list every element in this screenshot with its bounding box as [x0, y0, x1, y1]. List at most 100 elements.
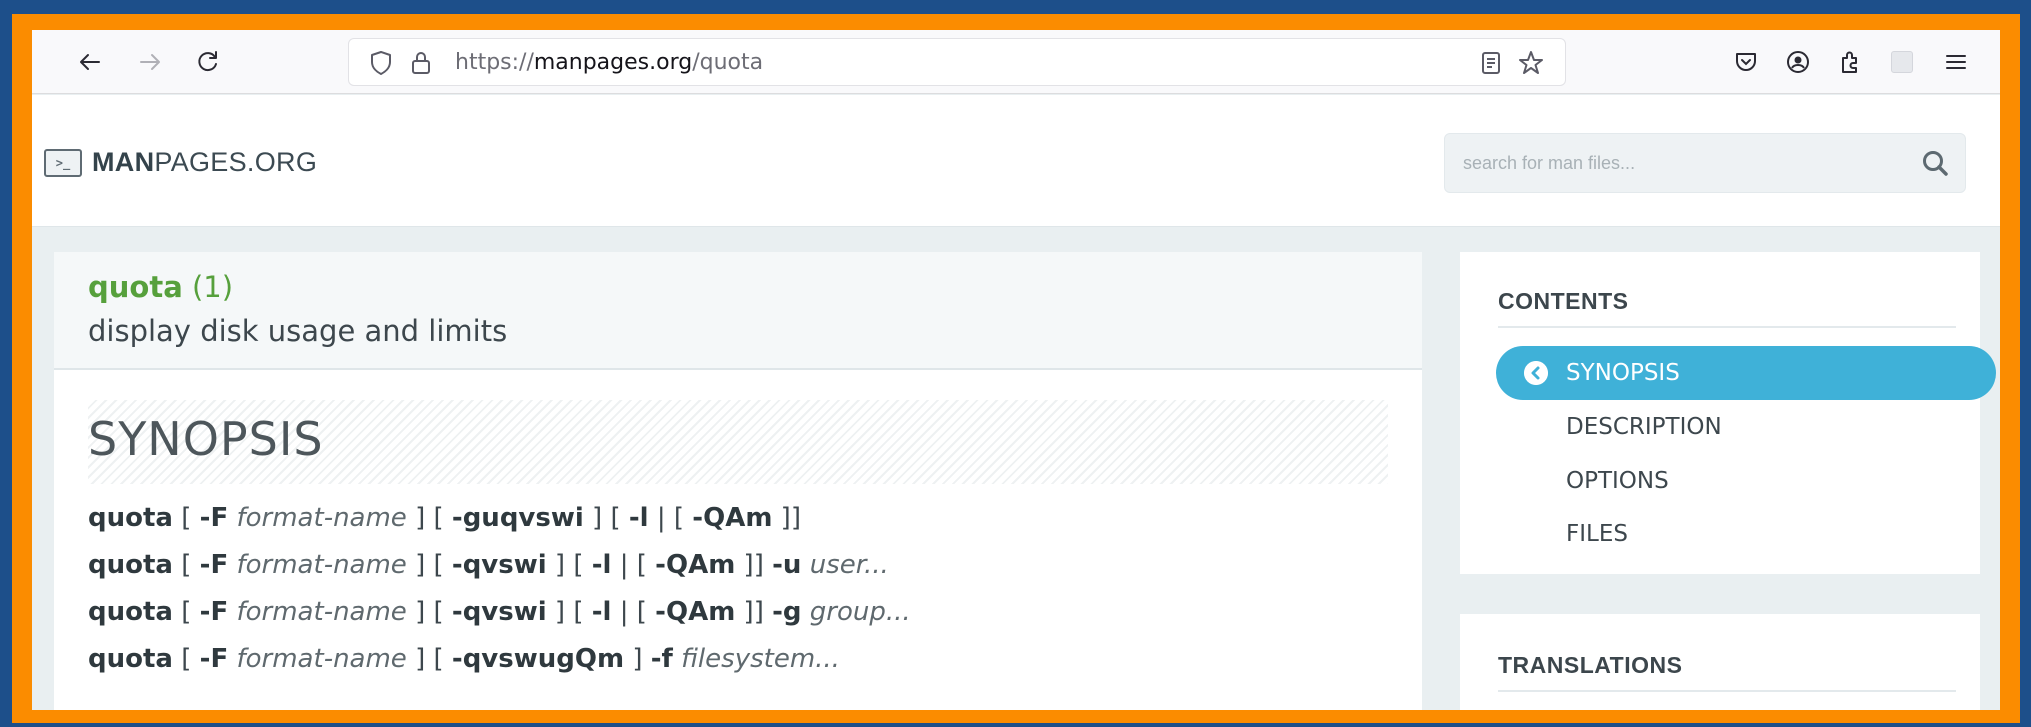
man-section: (1): [191, 270, 234, 304]
synopsis-text: ]]: [735, 550, 773, 580]
pocket-button[interactable]: [1728, 44, 1764, 80]
hamburger-menu-icon: [1946, 55, 1966, 69]
synopsis-line: quota [ -F format-name ] [ -qvswugQm ] -…: [88, 639, 1388, 686]
synopsis-text: [673, 644, 681, 674]
command-description: display disk usage and limits: [88, 314, 508, 348]
page-title: quota (1): [88, 270, 233, 304]
search-box: [1444, 133, 1966, 193]
synopsis-option: -F: [199, 503, 229, 533]
url-text[interactable]: https://manpages.org/quota: [455, 50, 763, 75]
command-name: quota: [88, 270, 183, 304]
manpage-card: quota (1) display disk usage and limits …: [54, 252, 1422, 710]
translations-panel: TRANSLATIONS: [1460, 614, 1980, 710]
synopsis-option: -F: [199, 597, 229, 627]
toc-label: OPTIONS: [1566, 468, 1669, 494]
synopsis-option: -qvswi: [451, 597, 547, 627]
toc-item-description[interactable]: DESCRIPTION: [1496, 400, 1996, 454]
browser-toolbar: https://manpages.org/quota: [32, 30, 2000, 94]
synopsis-text: [: [172, 644, 200, 674]
reload-button[interactable]: [190, 44, 226, 80]
extension-button[interactable]: [1884, 44, 1920, 80]
extension-icon: [1891, 51, 1913, 73]
url-path: /quota: [692, 50, 764, 75]
contents-title: CONTENTS: [1498, 288, 1629, 314]
synopsis-option: -u: [772, 550, 802, 580]
synopsis-text: [: [172, 503, 200, 533]
synopsis-text: ] [: [546, 597, 592, 627]
extensions-button[interactable]: [1832, 44, 1868, 80]
synopsis-argument: format-name: [236, 503, 407, 533]
toc-label: FILES: [1566, 521, 1628, 547]
shield-icon[interactable]: [367, 49, 395, 77]
synopsis-text: ] [: [406, 644, 452, 674]
synopsis-option: -QAm: [655, 550, 736, 580]
synopsis-line: quota [ -F format-name ] [ -qvswi ] [ -l…: [88, 592, 1388, 639]
synopsis-option: quota: [88, 597, 173, 627]
synopsis-option: -F: [199, 550, 229, 580]
pocket-icon: [1736, 53, 1756, 71]
synopsis-text: ] [: [406, 597, 452, 627]
toc-item-options[interactable]: OPTIONS: [1496, 454, 1996, 508]
browser-window: https://manpages.org/quota >_ MANPAGES.O…: [32, 30, 2000, 710]
synopsis-text: [801, 550, 809, 580]
synopsis-text: [: [172, 550, 200, 580]
arrow-right-icon: [140, 54, 160, 70]
synopsis-option: -f: [650, 644, 673, 674]
lock-icon[interactable]: [407, 49, 435, 77]
synopsis-argument: format-name: [236, 597, 407, 627]
synopsis-text: [: [172, 597, 200, 627]
synopsis-text: ]]: [735, 597, 773, 627]
synopsis-option: -l: [591, 550, 612, 580]
synopsis-argument: filesystem...: [681, 644, 840, 674]
menu-button[interactable]: [1938, 44, 1974, 80]
synopsis-block: quota [ -F format-name ] [ -guqvswi ] [ …: [88, 498, 1388, 686]
url-scheme: https://: [455, 50, 534, 75]
synopsis-text: ] [: [406, 550, 452, 580]
synopsis-line: quota [ -F format-name ] [ -qvswi ] [ -l…: [88, 545, 1388, 592]
synopsis-option: -F: [199, 644, 229, 674]
reader-view-icon[interactable]: [1477, 49, 1505, 77]
logo-text: MANPAGES.ORG: [92, 147, 318, 177]
divider: [1498, 326, 1956, 328]
forward-button[interactable]: [132, 44, 168, 80]
synopsis-text: ] [: [546, 550, 592, 580]
synopsis-option: -QAm: [655, 597, 736, 627]
search-input[interactable]: [1445, 134, 1905, 192]
bookmark-star-icon[interactable]: [1517, 49, 1545, 77]
url-bar[interactable]: https://manpages.org/quota: [348, 38, 1566, 86]
synopsis-option: quota: [88, 503, 173, 533]
section-heading-text: SYNOPSIS: [88, 412, 324, 466]
translations-title: TRANSLATIONS: [1498, 652, 1683, 678]
synopsis-argument: user...: [809, 550, 889, 580]
synopsis-argument: format-name: [236, 644, 407, 674]
reload-icon: [198, 51, 217, 72]
toc-label: DESCRIPTION: [1566, 414, 1722, 440]
synopsis-option: -qvswi: [451, 550, 547, 580]
synopsis-text: | [: [611, 597, 656, 627]
synopsis-text: ] [: [406, 503, 452, 533]
toc-item-synopsis[interactable]: SYNOPSIS: [1496, 346, 1996, 400]
terminal-icon: >_: [44, 148, 82, 177]
synopsis-option: -l: [591, 597, 612, 627]
search-icon[interactable]: [1919, 148, 1951, 180]
puzzle-icon: [1842, 51, 1857, 73]
synopsis-text: ]]: [772, 503, 801, 533]
synopsis-option: -l: [628, 503, 649, 533]
synopsis-option: -guqvswi: [451, 503, 584, 533]
synopsis-argument: format-name: [236, 550, 407, 580]
synopsis-option: -g: [772, 597, 802, 627]
contents-panel: CONTENTS SYNOPSIS DESCRIPTION OPTIONS FI…: [1460, 252, 1996, 574]
manpage-header: quota (1) display disk usage and limits: [54, 252, 1422, 370]
synopsis-option: -QAm: [692, 503, 773, 533]
section-heading: SYNOPSIS: [88, 400, 1388, 484]
synopsis-text: | [: [611, 550, 656, 580]
back-button[interactable]: [72, 44, 108, 80]
synopsis-text: ] [: [583, 503, 629, 533]
site-logo[interactable]: >_ MANPAGES.ORG: [44, 147, 317, 178]
synopsis-text: ]: [624, 644, 651, 674]
toc-label: SYNOPSIS: [1566, 360, 1680, 386]
account-button[interactable]: [1780, 44, 1816, 80]
arrow-left-icon: [80, 54, 100, 70]
toc-item-files[interactable]: FILES: [1496, 507, 1996, 561]
synopsis-line: quota [ -F format-name ] [ -guqvswi ] [ …: [88, 498, 1388, 545]
